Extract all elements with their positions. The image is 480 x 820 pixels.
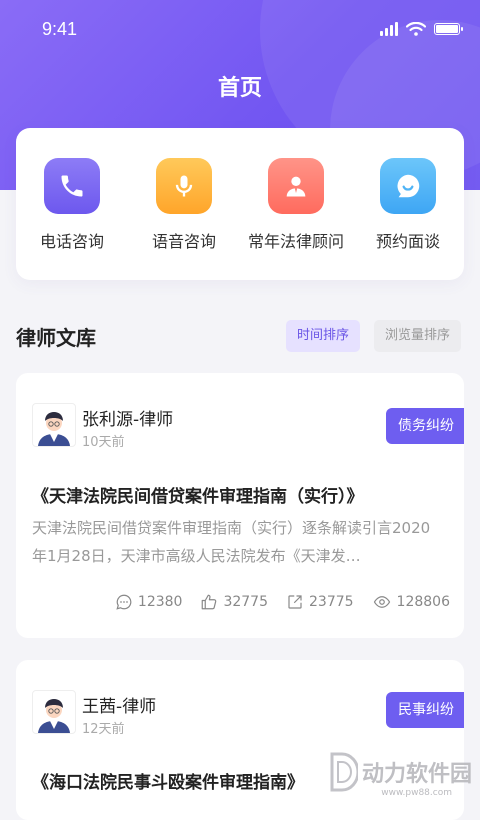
watermark: 动力软件园 www.pw88.com	[328, 752, 472, 798]
watermark-text: 动力软件园	[361, 762, 472, 787]
status-time: 9:41	[42, 19, 78, 39]
section-title: 律师文库	[16, 326, 96, 350]
wifi-icon	[406, 22, 426, 36]
author-name[interactable]: 王茜-律师	[82, 692, 156, 717]
like-stat[interactable]: 32775	[200, 593, 268, 611]
article-title[interactable]: 《海口法院民事斗殴案件审理指南》	[32, 768, 304, 793]
quick-actions-card: 电话咨询 语音咨询 常年法律顾问 预约面谈	[16, 128, 464, 280]
like-count: 32775	[223, 594, 268, 610]
author-name[interactable]: 张利源-律师	[82, 405, 173, 430]
thumbs-up-icon	[202, 594, 217, 610]
phone-icon	[44, 158, 100, 214]
chat-icon	[380, 158, 436, 214]
status-icons	[380, 22, 463, 36]
share-stat[interactable]: 23775	[286, 593, 354, 611]
sort-by-time-button[interactable]: 时间排序	[286, 320, 361, 352]
view-stat: 128806	[372, 593, 450, 611]
view-count: 128806	[396, 594, 450, 610]
article-description: 天津法院民间借贷案件审理指南（实行）逐条解读引言2020年1月28日，天津市高级…	[32, 519, 431, 565]
article-title[interactable]: 《天津法院民间借贷案件审理指南（实行）》	[32, 482, 364, 507]
category-tag[interactable]: 民事纠纷	[386, 692, 464, 728]
sort-by-views-button[interactable]: 浏览量排序	[374, 320, 462, 352]
signal-icon	[380, 22, 398, 36]
avatar	[32, 690, 76, 734]
eye-icon	[373, 596, 390, 608]
comment-count: 12380	[137, 594, 183, 610]
watermark-url: www.pw88.com	[381, 788, 452, 798]
post-time: 12天前	[82, 722, 125, 737]
battery-icon	[434, 23, 463, 35]
quick-action-label: 预约面谈	[375, 232, 440, 251]
watermark-logo-icon	[330, 752, 358, 792]
comment-stat[interactable]: 12380	[115, 593, 183, 611]
microphone-icon	[156, 158, 212, 214]
quick-action-label: 常年法律顾问	[247, 232, 344, 251]
article-stats: 12380 32775 23775 128806	[115, 593, 450, 611]
share-count: 23775	[309, 594, 354, 610]
share-icon	[288, 595, 302, 609]
status-bar: 9:41	[0, 0, 480, 60]
category-tag[interactable]: 债务纠纷	[386, 408, 464, 444]
article-card[interactable]: 张利源-律师 10天前 债务纠纷 《天津法院民间借贷案件审理指南（实行）》 天津…	[16, 373, 464, 638]
quick-action-voice[interactable]: 语音咨询	[128, 128, 240, 252]
quick-action-legal-advisor[interactable]: 常年法律顾问	[240, 128, 352, 252]
quick-action-label: 电话咨询	[39, 232, 104, 251]
lawyer-icon	[268, 158, 324, 214]
quick-action-phone[interactable]: 电话咨询	[16, 128, 128, 252]
quick-action-label: 语音咨询	[151, 232, 216, 251]
quick-action-appointment[interactable]: 预约面谈	[352, 128, 464, 252]
post-time: 10天前	[82, 435, 125, 450]
avatar	[32, 403, 76, 447]
page-title: 首页	[217, 76, 262, 101]
comment-icon	[116, 594, 132, 610]
